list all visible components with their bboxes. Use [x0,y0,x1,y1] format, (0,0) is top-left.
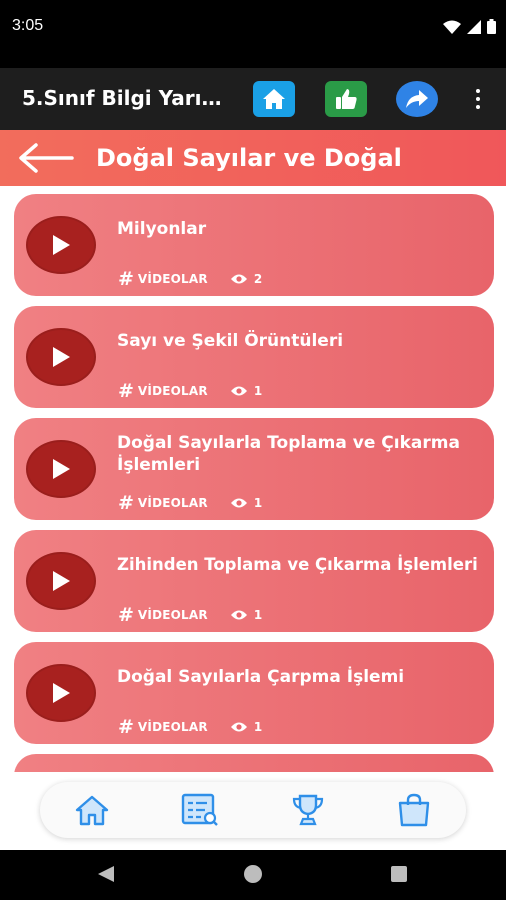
video-card[interactable]: Doğal Sayılarla Toplama ve Çıkarma İşlem… [14,418,494,520]
header-banner: Doğal Sayılar ve Doğal [0,130,506,186]
like-button[interactable] [325,81,367,117]
nav-home-icon[interactable] [243,864,263,884]
eye-icon [230,385,248,397]
video-card[interactable]: Zihinden Toplama ve Çıkarma İşlemleri # … [14,530,494,632]
share-button[interactable] [396,81,438,117]
share-icon [406,90,428,108]
status-bar: 3:05 [0,0,506,68]
app-bar: 5.Sınıf Bilgi Yarışması [0,68,506,130]
eye-icon [230,497,248,509]
nav-back-icon[interactable] [96,864,116,884]
thumbs-up-icon [336,89,357,109]
nav-leaderboard[interactable] [288,792,328,828]
wifi-icon [443,20,461,34]
nav-recents-icon[interactable] [389,864,409,884]
video-card[interactable]: Sayı ve Şekil Örüntüleri # VİDEOLAR 1 [14,306,494,408]
quiz-list-icon [181,793,218,826]
more-options-button[interactable] [468,85,488,113]
card-tag: VİDEOLAR [137,272,208,286]
card-meta: # VİDEOLAR 2 [118,268,263,290]
card-title: Doğal Sayılarla Çarpma İşlemi [117,667,405,687]
back-button[interactable] [16,142,74,174]
view-count: 1 [253,384,263,398]
nav-quizzes[interactable] [180,792,220,828]
hashtag-icon: # [118,492,134,514]
battery-icon [487,19,496,34]
video-list: Milyonlar # VİDEOLAR 2 Sayı ve Şekil Örü… [0,186,506,772]
trophy-icon [292,794,324,826]
card-tag: VİDEOLAR [137,496,208,510]
bottom-nav [40,782,466,838]
card-meta: # VİDEOLAR 1 [118,380,263,402]
card-title: Sayı ve Şekil Örüntüleri [117,331,344,351]
video-card[interactable]: Milyonlar # VİDEOLAR 2 [14,194,494,296]
play-button[interactable] [26,216,96,274]
shopping-bag-icon [398,793,430,827]
hashtag-icon: # [118,380,134,402]
view-count: 1 [253,720,263,734]
arrow-left-icon [19,143,74,173]
eye-icon [230,609,248,621]
card-tag: VİDEOLAR [137,720,208,734]
video-card[interactable]: Doğal Sayılarla Çarpma İşlemi # VİDEOLAR… [14,642,494,744]
view-count: 1 [253,496,263,510]
play-icon [53,347,70,367]
card-meta: # VİDEOLAR 1 [118,492,263,514]
status-icons [443,19,496,34]
more-vert-icon [476,89,480,93]
nav-store[interactable] [394,792,434,828]
card-meta: # VİDEOLAR 1 [118,716,263,738]
signal-icon [467,19,481,34]
card-tag: VİDEOLAR [137,384,208,398]
home-icon [75,795,109,826]
nav-home[interactable] [72,792,112,828]
play-button[interactable] [26,664,96,722]
page-title: Doğal Sayılar ve Doğal [96,144,402,172]
card-meta: # VİDEOLAR 1 [118,604,263,626]
home-icon [263,89,285,109]
hashtag-icon: # [118,604,134,626]
play-icon [53,683,70,703]
home-button[interactable] [253,81,295,117]
play-icon [53,459,70,479]
card-title: Doğal Sayılarla Toplama ve Çıkarma İşlem… [117,433,460,475]
play-button[interactable] [26,440,96,498]
view-count: 2 [253,272,263,286]
play-button[interactable] [26,552,96,610]
system-nav-bar [0,850,506,900]
app-title: 5.Sınıf Bilgi Yarışması [22,86,232,110]
card-title: Milyonlar [117,219,207,239]
play-icon [53,235,70,255]
hashtag-icon: # [118,716,134,738]
status-time: 3:05 [12,17,44,34]
eye-icon [230,273,248,285]
card-tag: VİDEOLAR [137,608,208,622]
hashtag-icon: # [118,268,134,290]
view-count: 1 [253,608,263,622]
card-title: Zihinden Toplama ve Çıkarma İşlemleri [117,555,478,574]
video-card[interactable] [14,754,494,772]
eye-icon [230,721,248,733]
play-button[interactable] [26,328,96,386]
play-icon [53,571,70,591]
